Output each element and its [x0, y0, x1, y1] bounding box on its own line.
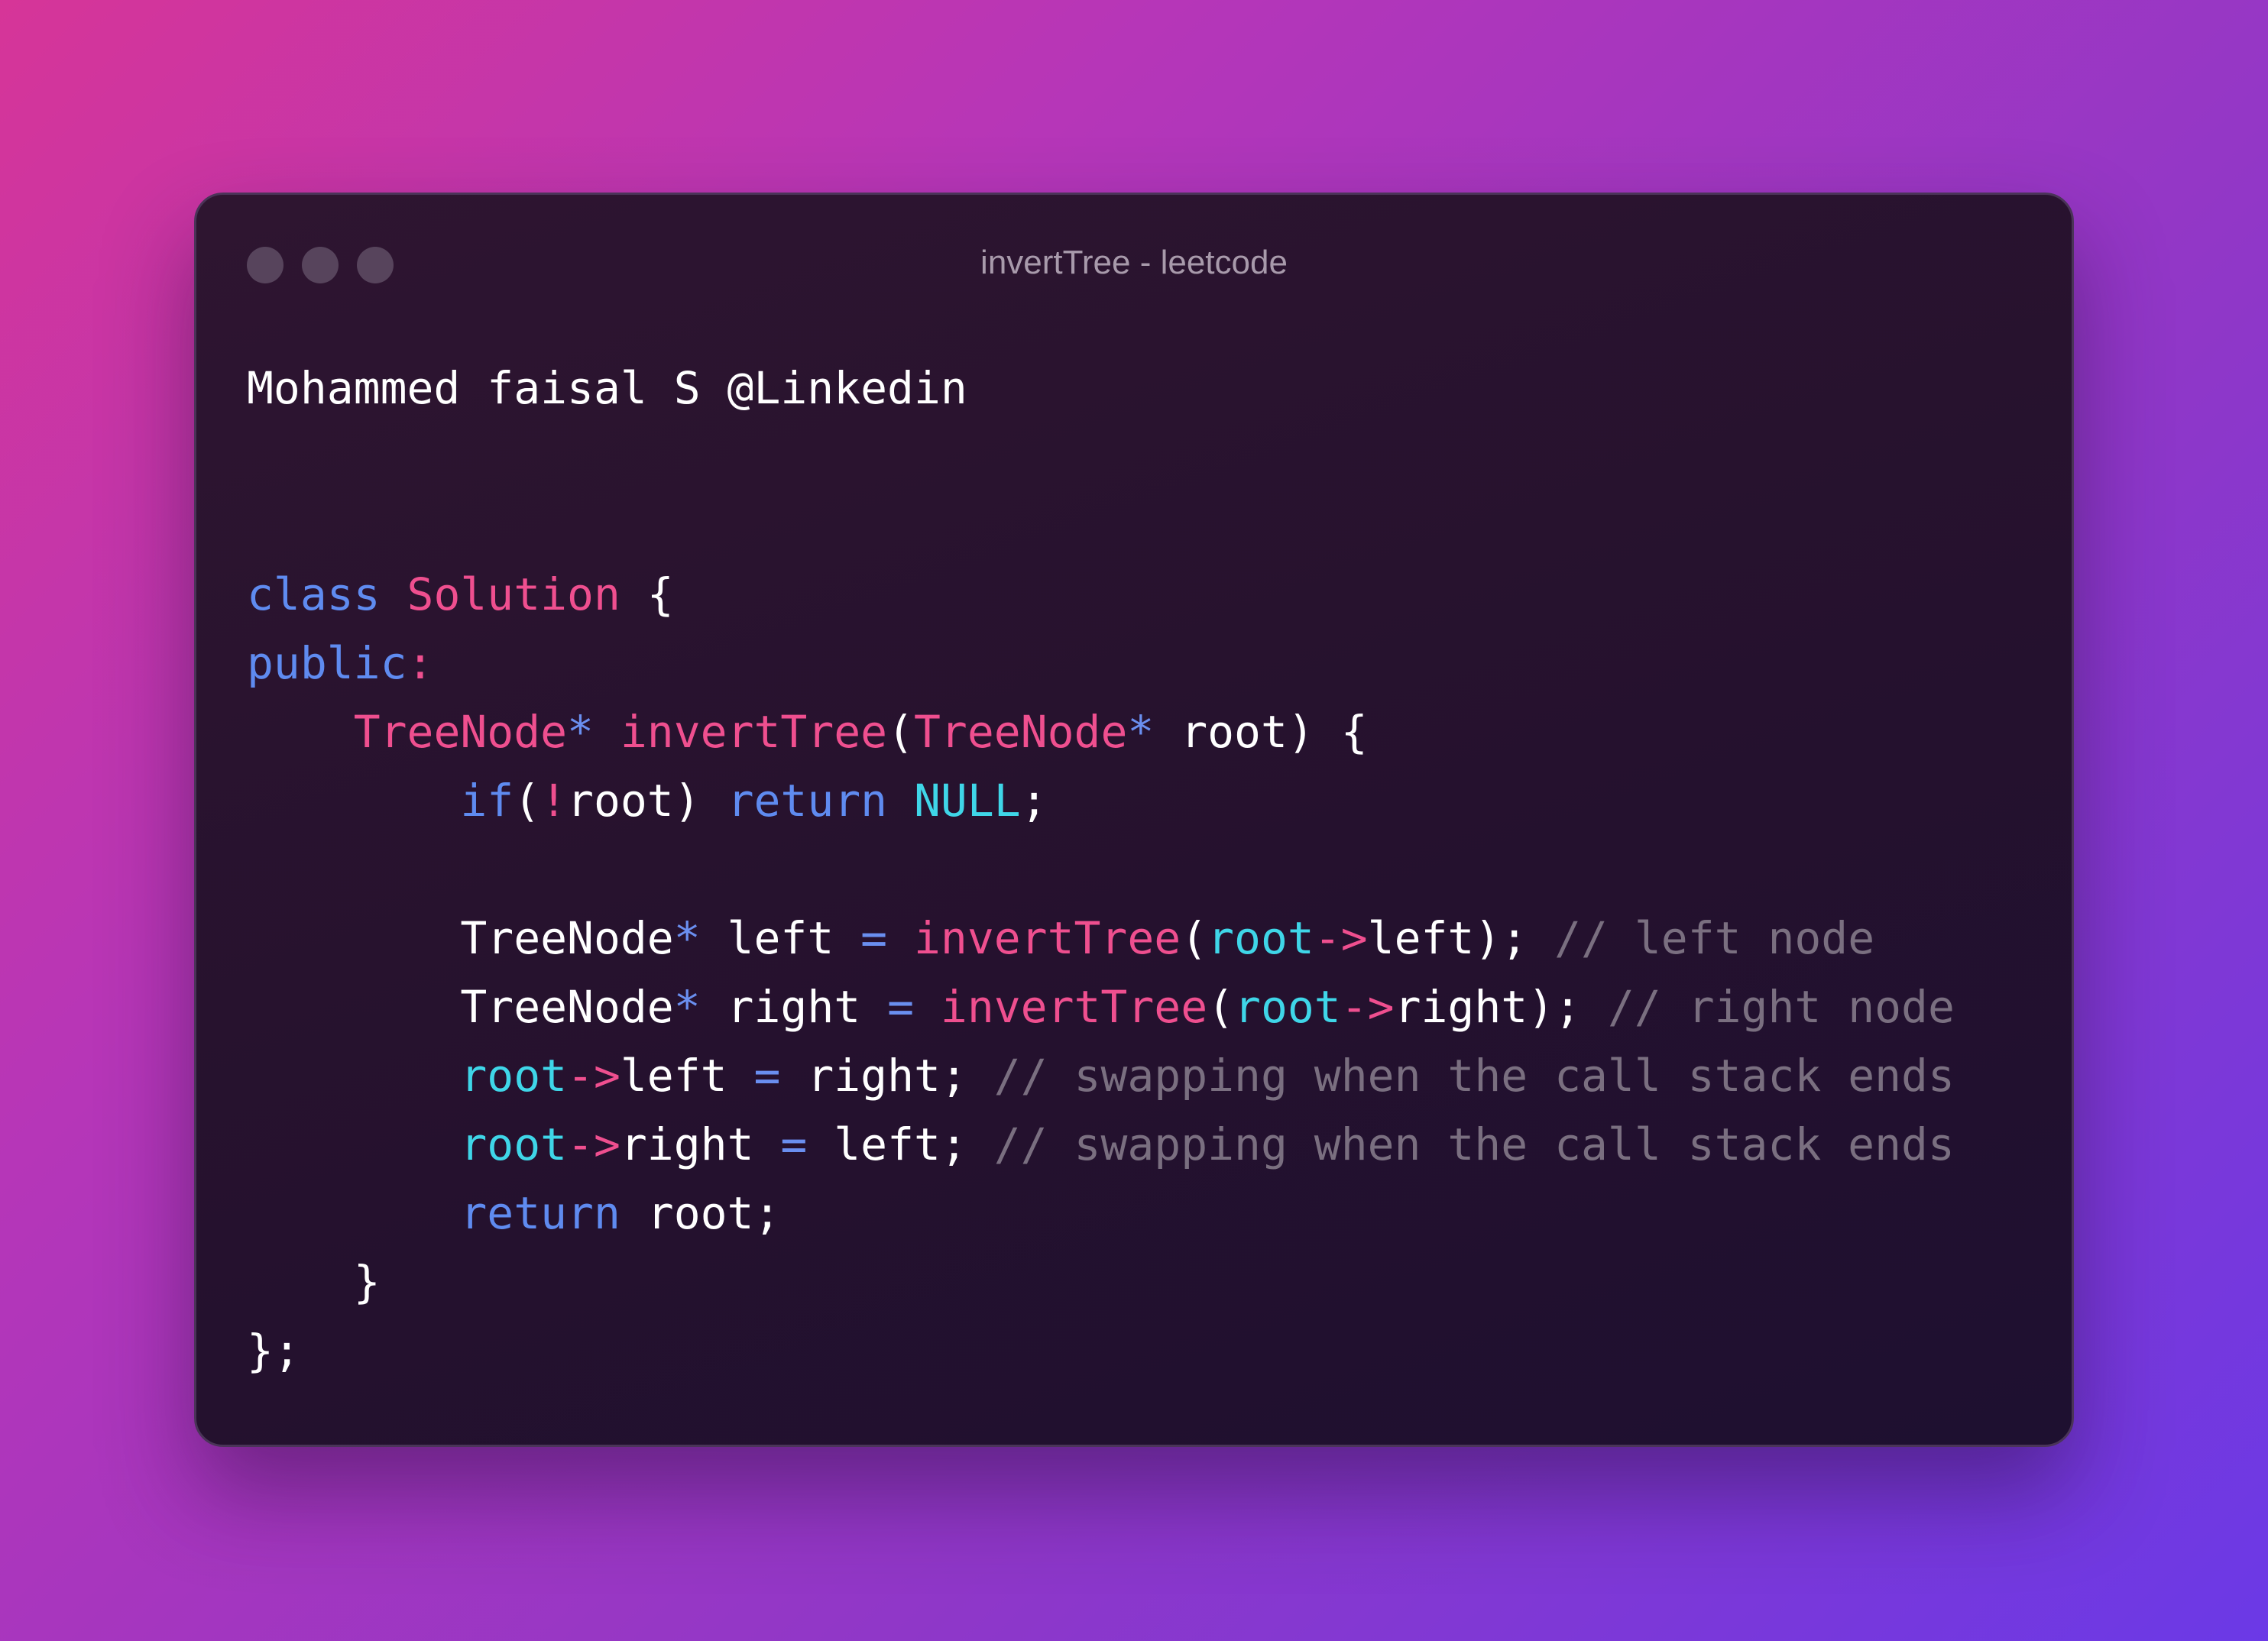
open-paren: (	[1207, 981, 1235, 1033]
code-line-close-class: };	[247, 1316, 1955, 1385]
member-left: left	[620, 1050, 754, 1102]
code-line-if: if(!root) return NULL;	[247, 766, 1955, 835]
null-constant: NULL	[914, 775, 1021, 827]
keyword-class: class	[247, 568, 381, 620]
call-invert-tree: invertTree	[940, 981, 1208, 1033]
pointer-star: *	[567, 706, 594, 758]
code-line-class: class Solution {	[247, 560, 1955, 629]
open-paren: (	[887, 706, 915, 758]
open-brace: {	[620, 568, 674, 620]
pointer-star: *	[673, 912, 701, 964]
author-line: Mohammed faisal S @Linkedin	[247, 362, 967, 414]
arrow-operator: ->	[1314, 912, 1368, 964]
close-brace: };	[247, 1325, 300, 1377]
assign-operator: =	[753, 1050, 781, 1102]
comment: // swapping when the call stack ends	[993, 1118, 1955, 1170]
assign-operator: =	[887, 981, 914, 1033]
open-paren: (	[514, 775, 541, 827]
member-left: left);	[1367, 912, 1528, 964]
not-operator: !	[540, 775, 568, 827]
pointer-star: *	[673, 981, 701, 1033]
code-block: Mohammed faisal S @Linkedin class Soluti…	[247, 354, 1955, 1385]
code-line-swap-right: root->right = left; // swapping when the…	[247, 1110, 1955, 1179]
arrow-operator: ->	[567, 1118, 620, 1170]
if-condition: root)	[567, 775, 701, 827]
arrow-operator: ->	[1340, 981, 1395, 1033]
root-ref: root	[1207, 912, 1314, 964]
assign-operator: =	[860, 912, 888, 964]
root-ref: root	[460, 1118, 568, 1170]
title-bar: invertTree - leetcode	[196, 195, 2072, 332]
root-ref: root	[460, 1050, 568, 1102]
code-line-signature: TreeNode* invertTree(TreeNode* root) {	[247, 698, 1955, 766]
keyword-return: return	[460, 1187, 620, 1239]
arrow-operator: ->	[567, 1050, 620, 1102]
param-star: *	[1127, 706, 1155, 758]
root-ref: root	[1234, 981, 1341, 1033]
semicolon: ;	[1020, 775, 1048, 827]
colon: :	[407, 637, 434, 689]
call-invert-tree: invertTree	[914, 912, 1181, 964]
code-window: invertTree - leetcode Mohammed faisal S …	[194, 193, 2074, 1447]
comment: // right node	[1607, 981, 1955, 1033]
param-type: TreeNode	[914, 706, 1128, 758]
variable-right: right	[700, 981, 888, 1033]
type-name: TreeNode	[460, 981, 674, 1033]
return-value: root;	[620, 1187, 781, 1239]
member-right: right	[620, 1118, 781, 1170]
window-title: invertTree - leetcode	[980, 244, 1288, 281]
comment: // left node	[1554, 912, 1875, 964]
code-line-swap-left: root->left = right; // swapping when the…	[247, 1041, 1955, 1110]
variable-left: left	[700, 912, 861, 964]
open-paren: (	[1181, 912, 1208, 964]
param-rest: root) {	[1154, 706, 1368, 758]
assign-operator: =	[780, 1118, 808, 1170]
member-right: right);	[1394, 981, 1582, 1033]
code-line-close-fn: }	[247, 1248, 1955, 1316]
keyword-public: public	[247, 637, 407, 689]
code-line-right: TreeNode* right = invertTree(root->right…	[247, 973, 1955, 1041]
assign-value: left;	[807, 1118, 967, 1170]
type-name: TreeNode	[460, 912, 674, 964]
code-line-return: return root;	[247, 1179, 1955, 1248]
class-name: Solution	[407, 568, 620, 620]
close-brace: }	[353, 1256, 381, 1308]
keyword-if: if	[460, 775, 514, 827]
function-name: invertTree	[620, 706, 888, 758]
assign-value: right;	[780, 1050, 967, 1102]
code-line-public: public:	[247, 629, 1955, 698]
code-line-left: TreeNode* left = invertTree(root->left);…	[247, 904, 1955, 973]
keyword-return: return	[727, 775, 888, 827]
return-type: TreeNode	[353, 706, 568, 758]
comment: // swapping when the call stack ends	[993, 1050, 1955, 1102]
